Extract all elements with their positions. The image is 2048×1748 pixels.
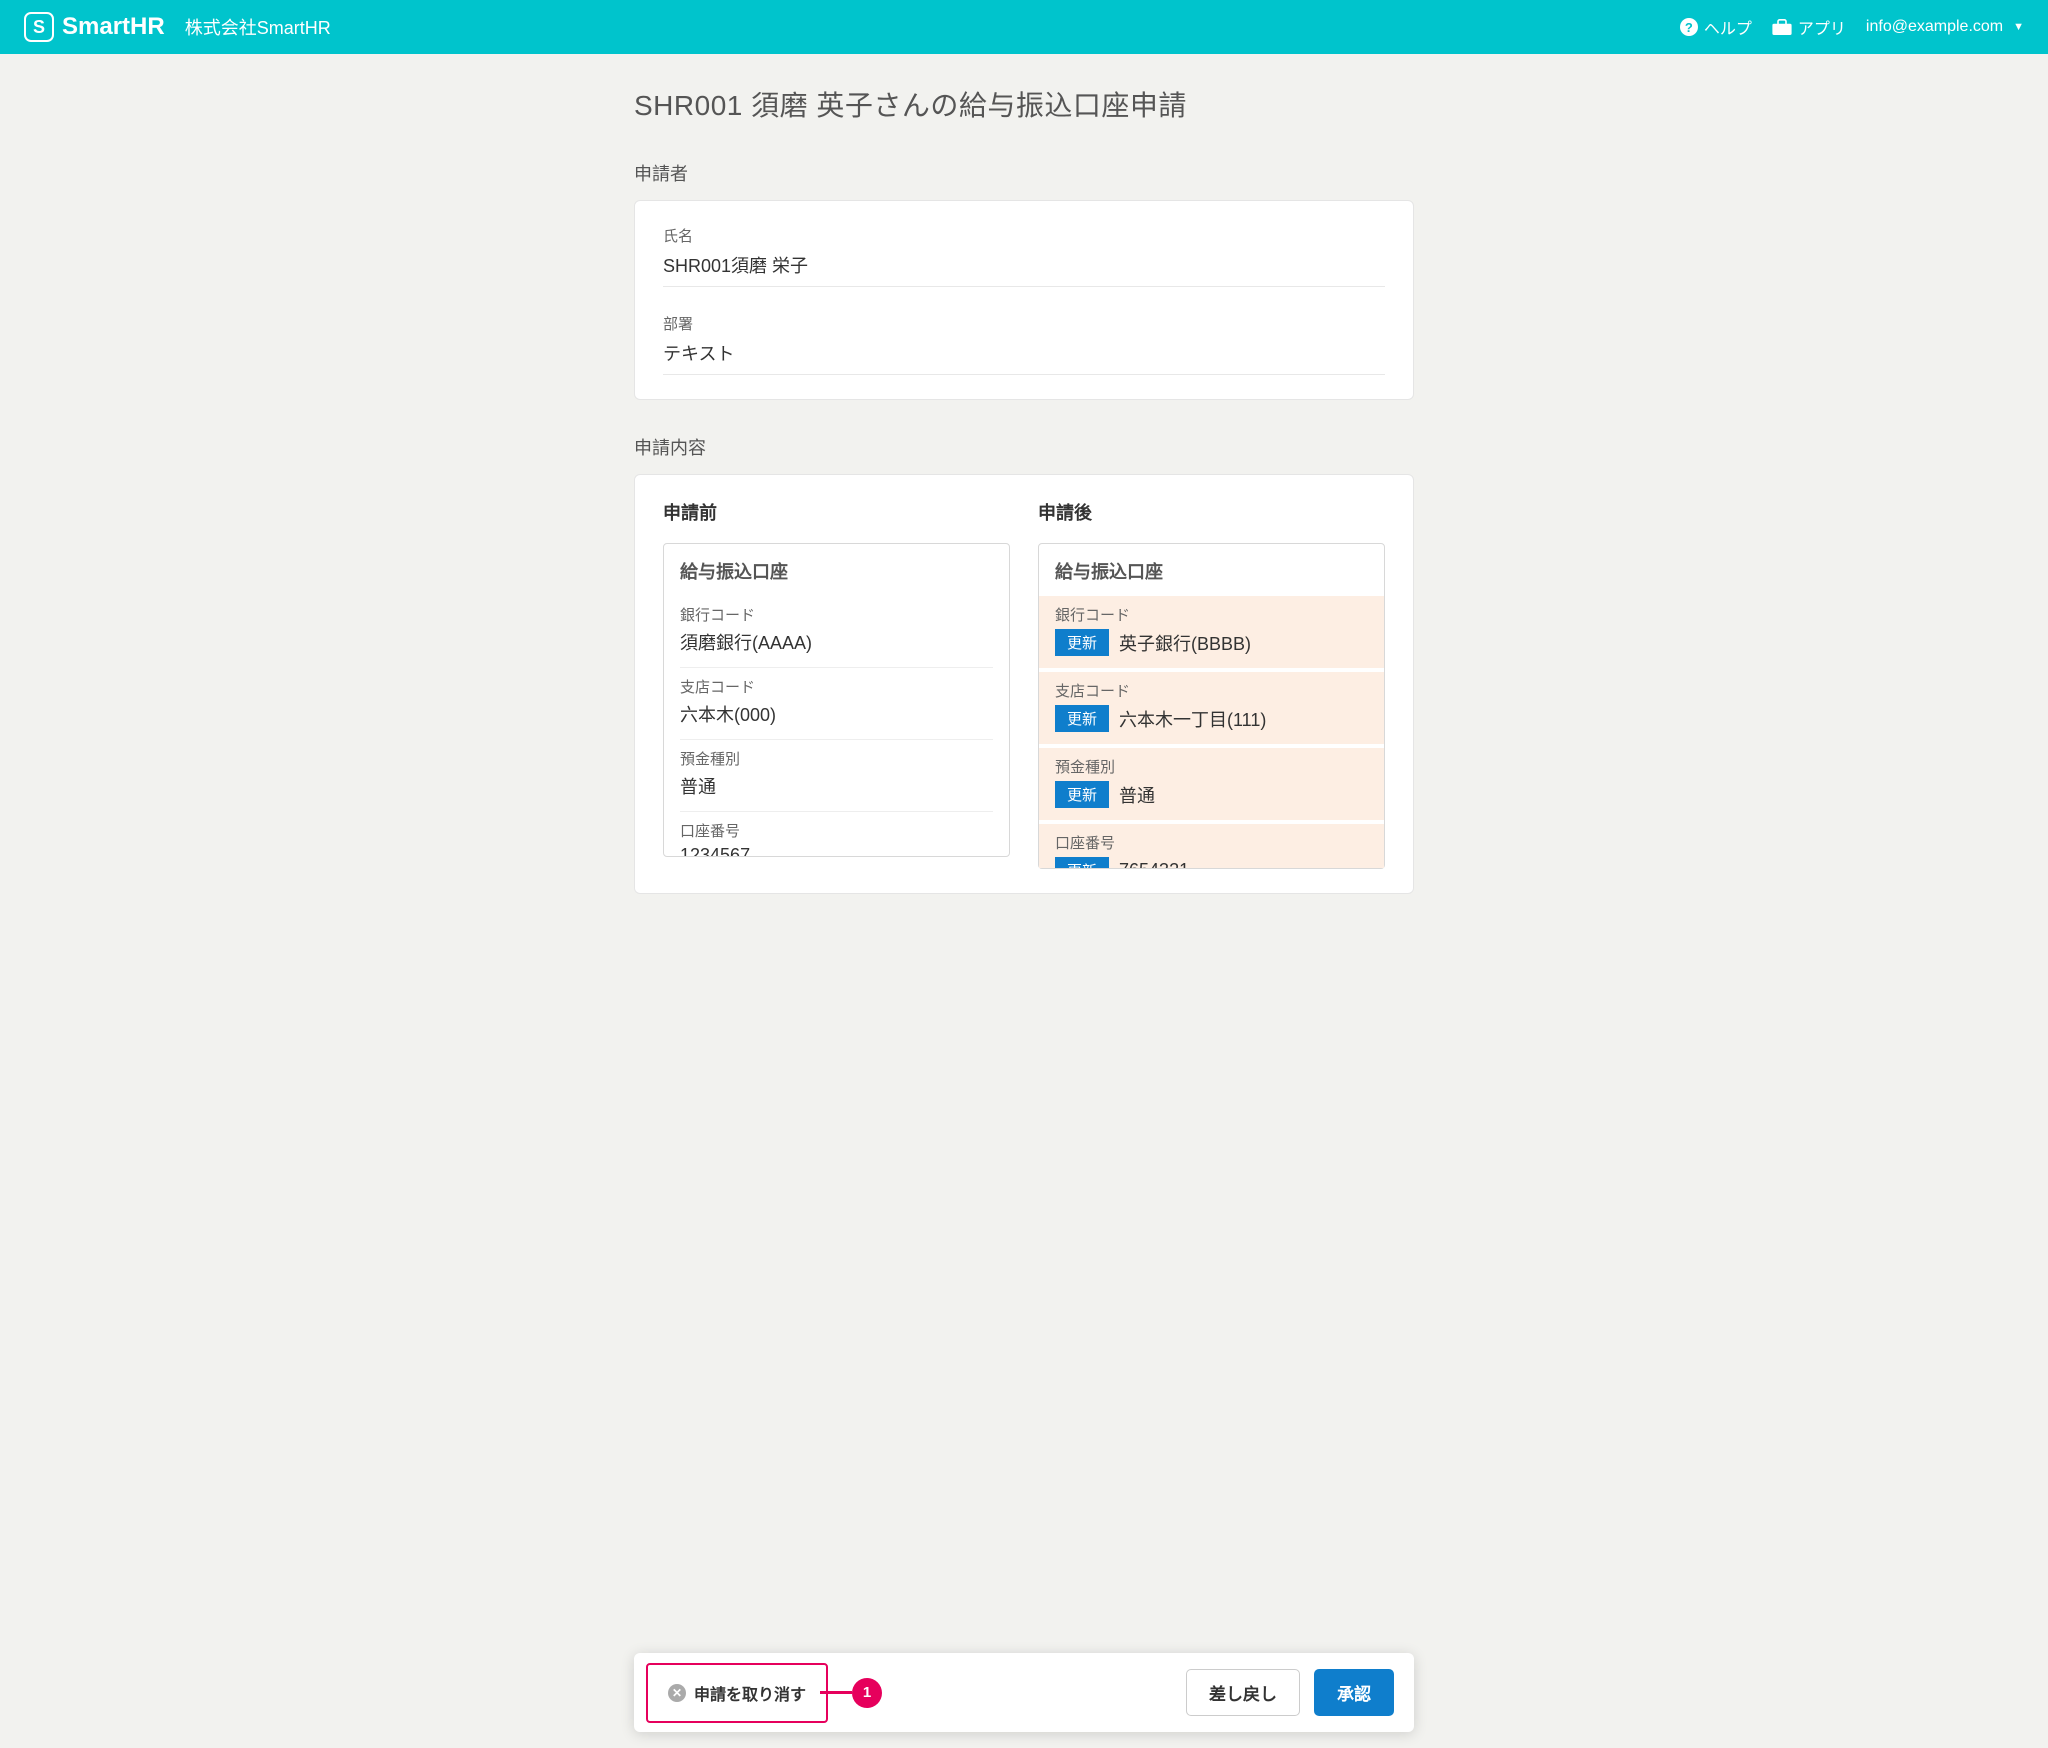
before-branch-code: 支店コード 六本木(000)	[680, 668, 993, 740]
before-box: 給与振込口座 銀行コード 須磨銀行(AAAA) 支店コード 六本木(000) 預…	[663, 543, 1010, 857]
after-bank-code: 銀行コード 更新 英子銀行(BBBB)	[1039, 596, 1384, 672]
after-box: 給与振込口座 銀行コード 更新 英子銀行(BBBB) 支店コード 更新 六本木一…	[1038, 543, 1385, 869]
before-account-no: 口座番号 1234567	[680, 812, 993, 856]
account-email: info@example.com	[1866, 18, 2003, 36]
help-link[interactable]: ? ヘルプ	[1680, 15, 1752, 39]
after-branch-code: 支店コード 更新 六本木一丁目(111)	[1039, 672, 1384, 748]
update-badge: 更新	[1055, 781, 1109, 808]
main-container: SHR001 須磨 英子さんの給与振込口座申請 申請者 氏名 SHR001須磨 …	[634, 54, 1414, 1068]
after-deposit-type: 預金種別 更新 普通	[1039, 748, 1384, 824]
annotation-marker: 1	[820, 1678, 882, 1708]
toolbox-icon	[1772, 19, 1792, 35]
applicant-dept-label: 部署	[663, 313, 1385, 334]
brand-logo[interactable]: S SmartHR	[24, 12, 165, 42]
field-label: 銀行コード	[680, 604, 993, 625]
field-text: 英子銀行(BBBB)	[1119, 630, 1251, 656]
after-box-title: 給与振込口座	[1055, 558, 1368, 584]
action-right-group: 差し戻し 承認	[1186, 1669, 1394, 1716]
field-text: 7654321	[1119, 860, 1189, 868]
before-box-title: 給与振込口座	[680, 558, 993, 584]
approve-button[interactable]: 承認	[1314, 1669, 1394, 1716]
field-label: 銀行コード	[1055, 604, 1368, 625]
apps-label: アプリ	[1798, 15, 1846, 39]
field-text: 普通	[1119, 782, 1155, 808]
update-badge: 更新	[1055, 857, 1109, 868]
account-menu[interactable]: info@example.com ▼	[1866, 18, 2024, 36]
field-value: 六本木(000)	[680, 701, 993, 727]
field-label: 支店コード	[1055, 680, 1368, 701]
field-label: 預金種別	[1055, 756, 1368, 777]
annotation-line	[820, 1691, 852, 1694]
company-name: 株式会社SmartHR	[185, 14, 331, 40]
global-header: S SmartHR 株式会社SmartHR ? ヘルプ アプリ info@exa…	[0, 0, 2048, 54]
field-label: 預金種別	[680, 748, 993, 769]
field-value: 須磨銀行(AAAA)	[680, 629, 993, 655]
update-badge: 更新	[1055, 705, 1109, 732]
compare-card: 申請前 給与振込口座 銀行コード 須磨銀行(AAAA) 支店コード 六本木(00…	[634, 474, 1414, 894]
chevron-down-icon: ▼	[2013, 21, 2024, 33]
field-label: 口座番号	[680, 820, 993, 841]
field-value: 1234567	[680, 845, 993, 856]
before-deposit-type: 預金種別 普通	[680, 740, 993, 812]
field-value: 更新 六本木一丁目(111)	[1055, 705, 1368, 732]
close-circle-icon: ✕	[668, 1684, 686, 1702]
after-account-no: 口座番号 更新 7654321	[1039, 824, 1384, 868]
applicant-dept-value: テキスト	[663, 340, 1385, 375]
logo-icon: S	[24, 12, 54, 42]
applicant-name-field: 氏名 SHR001須磨 栄子	[663, 225, 1385, 287]
help-label: ヘルプ	[1704, 15, 1752, 39]
before-column: 申請前 給与振込口座 銀行コード 須磨銀行(AAAA) 支店コード 六本木(00…	[663, 499, 1010, 869]
applicant-section-label: 申請者	[634, 160, 1414, 186]
before-bank-code: 銀行コード 須磨銀行(AAAA)	[680, 596, 993, 668]
field-label: 口座番号	[1055, 832, 1368, 853]
applicant-name-value: SHR001須磨 栄子	[663, 252, 1385, 287]
field-label: 支店コード	[680, 676, 993, 697]
apps-link[interactable]: アプリ	[1772, 15, 1846, 39]
header-right: ? ヘルプ アプリ info@example.com ▼	[1680, 15, 2024, 39]
applicant-name-label: 氏名	[663, 225, 1385, 246]
before-heading: 申請前	[663, 499, 1010, 525]
applicant-dept-field: 部署 テキスト	[663, 313, 1385, 375]
applicant-card: 氏名 SHR001須磨 栄子 部署 テキスト	[634, 200, 1414, 400]
brand-name: SmartHR	[62, 13, 165, 41]
field-value: 普通	[680, 773, 993, 799]
field-value: 更新 普通	[1055, 781, 1368, 808]
after-column: 申請後 給与振込口座 銀行コード 更新 英子銀行(BBBB) 支店コード 更新 …	[1038, 499, 1385, 869]
annotation-badge: 1	[852, 1678, 882, 1708]
reject-button[interactable]: 差し戻し	[1186, 1669, 1300, 1716]
update-badge: 更新	[1055, 629, 1109, 656]
action-bar: ✕ 申請を取り消す 1 差し戻し 承認	[634, 1653, 1414, 1732]
field-text: 六本木一丁目(111)	[1119, 706, 1266, 732]
cancel-request-button[interactable]: ✕ 申請を取り消す 1	[654, 1671, 820, 1715]
page-title: SHR001 須磨 英子さんの給与振込口座申請	[634, 84, 1414, 124]
help-icon: ?	[1680, 18, 1698, 36]
field-value: 更新 英子銀行(BBBB)	[1055, 629, 1368, 656]
field-value: 更新 7654321	[1055, 857, 1368, 868]
content-section-label: 申請内容	[634, 434, 1414, 460]
cancel-label: 申請を取り消す	[694, 1681, 806, 1705]
after-heading: 申請後	[1038, 499, 1385, 525]
